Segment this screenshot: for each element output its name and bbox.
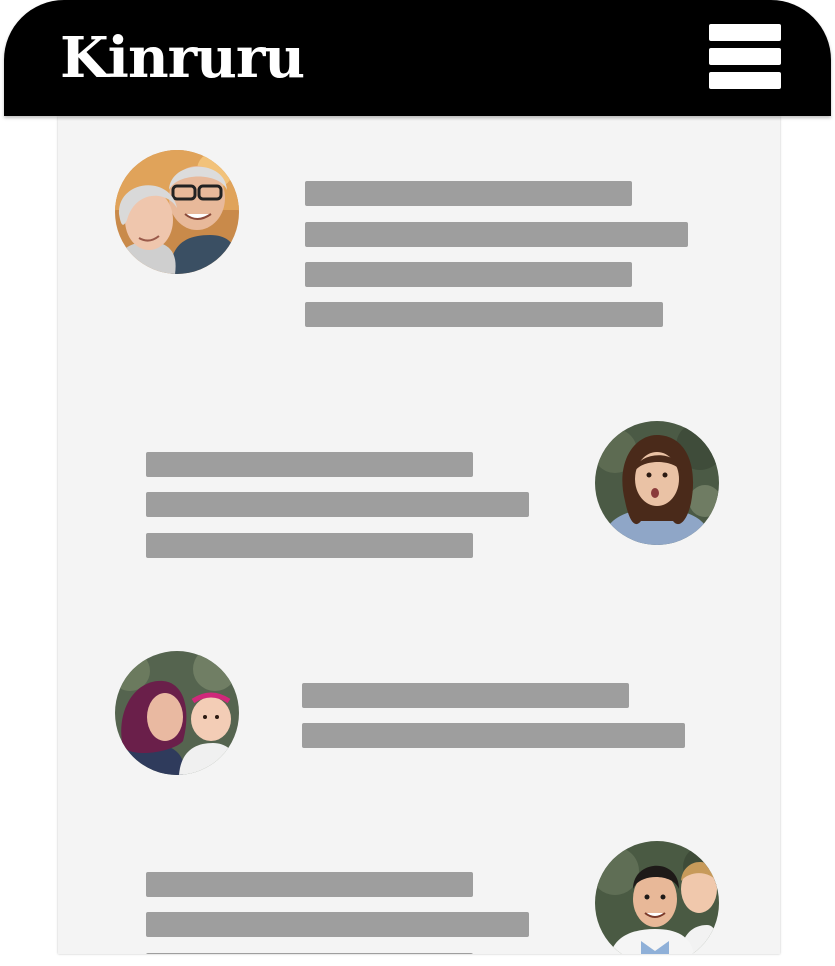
menu-bar-top <box>709 24 781 41</box>
mother-and-baby-photo <box>115 651 239 775</box>
placeholder-line <box>305 181 632 206</box>
placeholder-line <box>305 222 688 247</box>
placeholder-line <box>146 953 473 954</box>
avatar-elderly-couple[interactable] <box>115 150 239 274</box>
young-woman-photo <box>595 421 719 545</box>
app-page: Kinruru <box>0 0 835 966</box>
placeholder-line <box>302 683 629 708</box>
app-header: Kinruru <box>4 0 831 116</box>
placeholder-line <box>302 723 685 748</box>
hamburger-menu-icon[interactable] <box>709 24 781 90</box>
placeholder-line <box>146 872 473 897</box>
young-couple-photo <box>595 841 719 954</box>
placeholder-line <box>146 912 529 937</box>
brand-logo-text[interactable]: Kinruru <box>60 22 305 94</box>
avatar-young-woman[interactable] <box>595 421 719 545</box>
placeholder-line <box>146 533 473 558</box>
avatar-mother-and-baby[interactable] <box>115 651 239 775</box>
placeholder-line <box>146 452 473 477</box>
elderly-couple-photo <box>115 150 239 274</box>
menu-bar-middle <box>709 48 781 65</box>
menu-bar-bottom <box>709 72 781 89</box>
avatar-young-couple[interactable] <box>595 841 719 954</box>
feed-panel <box>58 116 780 954</box>
placeholder-line <box>305 302 663 327</box>
placeholder-line <box>146 492 529 517</box>
placeholder-line <box>305 262 632 287</box>
